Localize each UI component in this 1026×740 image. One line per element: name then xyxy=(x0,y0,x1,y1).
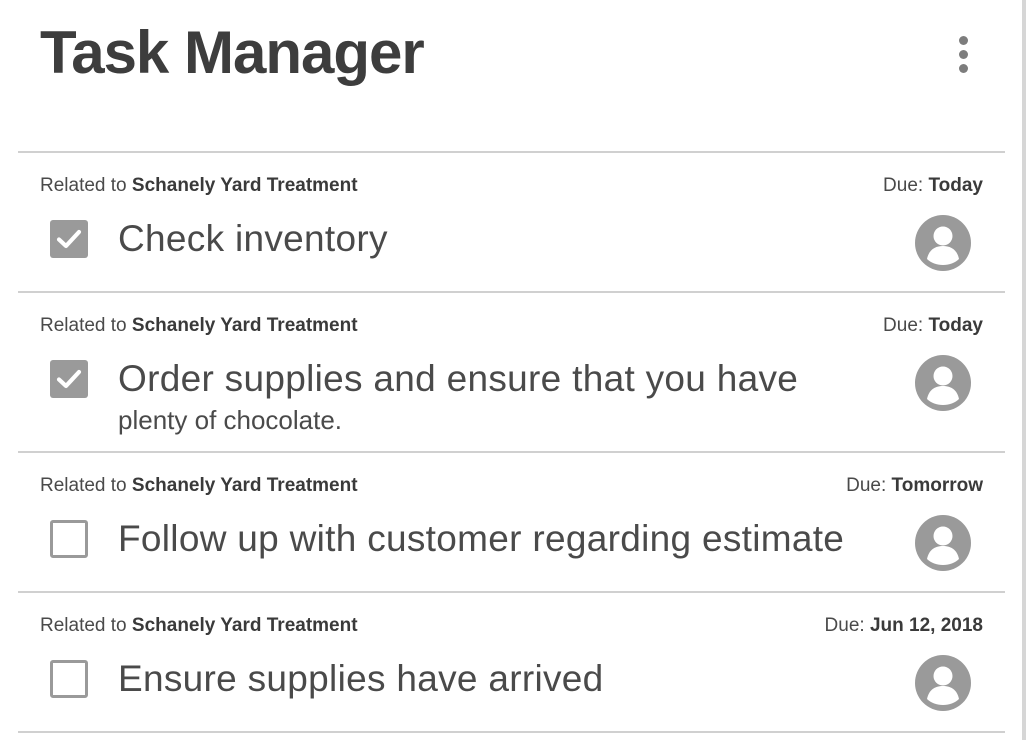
scrollbar-track xyxy=(1022,0,1026,740)
related-to-label: Related to Schanely Yard Treatment xyxy=(40,475,358,497)
user-avatar-icon[interactable] xyxy=(915,355,971,411)
related-project-link[interactable]: Schanely Yard Treatment xyxy=(132,315,358,336)
related-prefix: Related to xyxy=(40,475,127,496)
related-to-label: Related to Schanely Yard Treatment xyxy=(40,615,358,637)
task-checkbox[interactable] xyxy=(50,360,88,398)
related-project-link[interactable]: Schanely Yard Treatment xyxy=(132,475,358,496)
related-prefix: Related to xyxy=(40,615,127,636)
due-prefix: Due: xyxy=(883,315,924,336)
task-checkbox[interactable] xyxy=(50,660,88,698)
checkmark-icon xyxy=(56,229,82,249)
checkmark-icon xyxy=(56,369,82,389)
due-value: Jun 12, 2018 xyxy=(869,615,983,636)
related-to-label: Related to Schanely Yard Treatment xyxy=(40,315,358,337)
due-value: Tomorrow xyxy=(891,475,983,496)
more-options-button[interactable] xyxy=(948,32,980,76)
related-project-link[interactable]: Schanely Yard Treatment xyxy=(132,175,358,196)
task-row[interactable]: Related to Schanely Yard Treatment Due: … xyxy=(18,591,1005,733)
task-row[interactable]: Related to Schanely Yard Treatment Due: … xyxy=(18,291,1005,451)
related-to-label: Related to Schanely Yard Treatment xyxy=(40,175,358,197)
task-row[interactable]: Related to Schanely Yard Treatment Due: … xyxy=(18,151,1005,291)
task-title[interactable]: Order supplies and ensure that you have xyxy=(118,359,818,399)
user-avatar-icon[interactable] xyxy=(915,215,971,271)
related-project-link[interactable]: Schanely Yard Treatment xyxy=(132,615,358,636)
task-checkbox[interactable] xyxy=(50,220,88,258)
task-title-continued: plenty of chocolate. xyxy=(118,405,343,435)
due-prefix: Due: xyxy=(824,615,865,636)
more-vertical-icon-dot xyxy=(959,50,968,59)
more-vertical-icon-dot xyxy=(959,64,968,73)
related-prefix: Related to xyxy=(40,315,127,336)
task-list: Related to Schanely Yard Treatment Due: … xyxy=(18,151,1005,733)
task-title[interactable]: Ensure supplies have arrived xyxy=(118,659,818,699)
task-title[interactable]: Check inventory xyxy=(118,219,818,259)
due-value: Today xyxy=(928,315,983,336)
task-title[interactable]: Follow up with customer regarding estima… xyxy=(118,519,878,559)
due-prefix: Due: xyxy=(883,175,924,196)
app-header: Task Manager xyxy=(0,0,1026,152)
page-title: Task Manager xyxy=(40,19,425,86)
task-checkbox[interactable] xyxy=(50,520,88,558)
related-prefix: Related to xyxy=(40,175,127,196)
user-avatar-icon[interactable] xyxy=(915,515,971,571)
due-value: Today xyxy=(928,175,983,196)
more-vertical-icon xyxy=(959,36,968,45)
user-avatar-icon[interactable] xyxy=(915,655,971,711)
task-row[interactable]: Related to Schanely Yard Treatment Due: … xyxy=(18,451,1005,591)
due-date-label: Due: Tomorrow xyxy=(846,475,983,497)
due-prefix: Due: xyxy=(846,475,887,496)
due-date-label: Due: Today xyxy=(883,175,983,197)
due-date-label: Due: Jun 12, 2018 xyxy=(825,615,983,637)
due-date-label: Due: Today xyxy=(883,315,983,337)
